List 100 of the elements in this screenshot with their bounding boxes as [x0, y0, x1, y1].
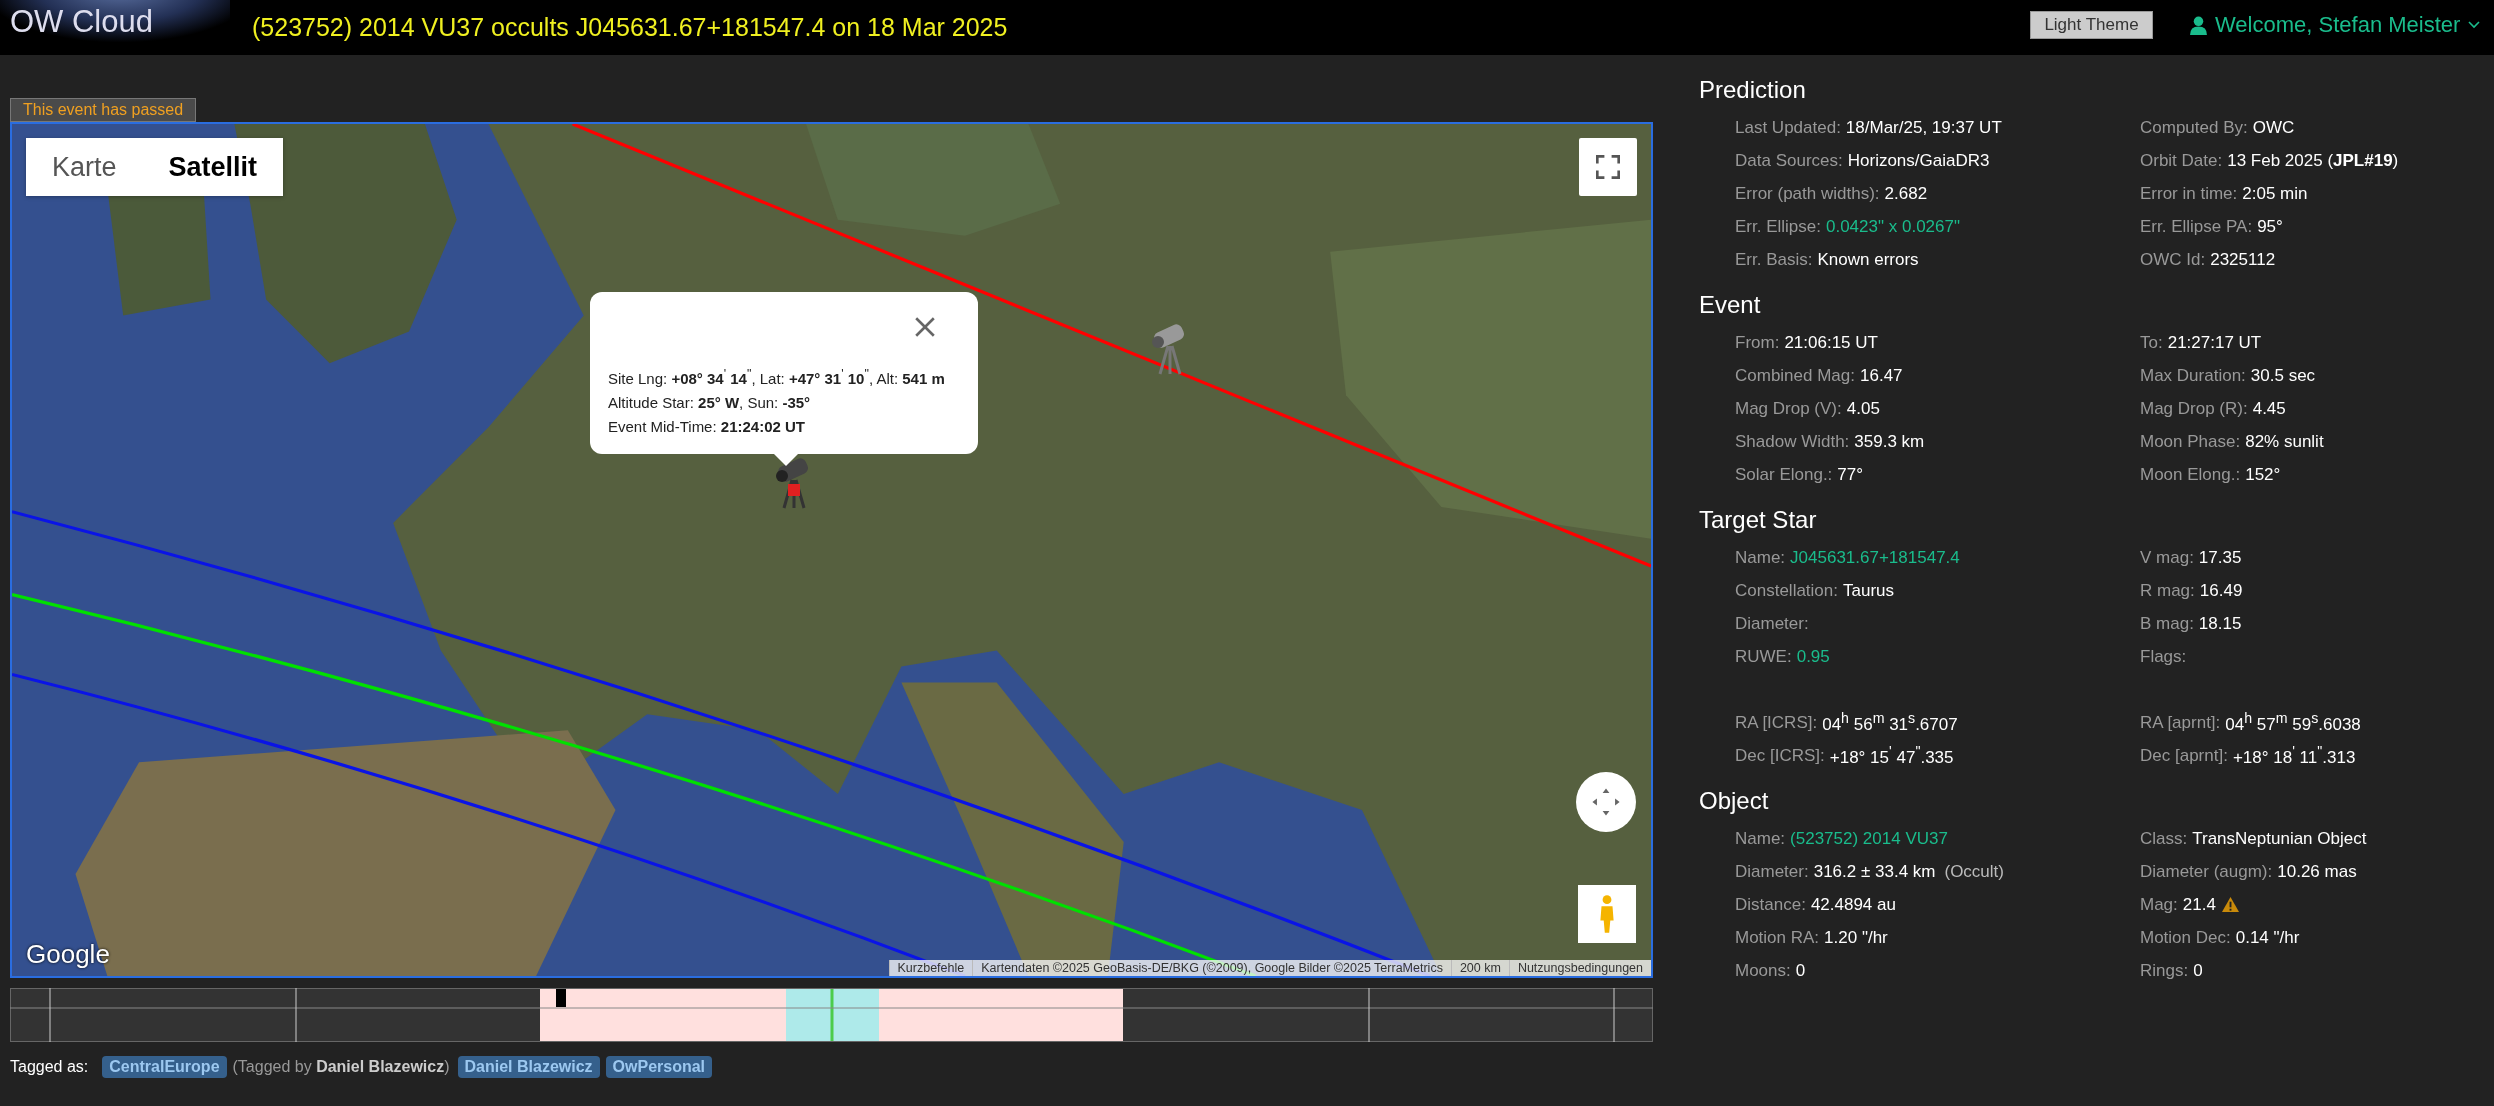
- field-value: 18.15: [2198, 613, 2242, 634]
- field-value: 21:06:15 UT: [1784, 332, 1878, 353]
- field-value: 77°: [1837, 464, 1864, 485]
- section-heading: Prediction: [1699, 75, 1807, 105]
- field-label: Mag Drop (V):: [1735, 398, 1842, 419]
- field-link[interactable]: (523752) 2014 VU37: [1790, 828, 1948, 849]
- map-attribution-text[interactable]: Kurzbefehle: [888, 960, 973, 976]
- section-heading: Target Star: [1699, 505, 1818, 535]
- field-label: V mag:: [2140, 547, 2194, 568]
- field-label: Distance:: [1735, 894, 1806, 915]
- field-label: Error in time:: [2140, 183, 2238, 204]
- field-value: 0: [1795, 960, 1806, 981]
- field-label: Err. Ellipse:: [1735, 216, 1821, 237]
- field-label: Shadow Width:: [1735, 431, 1850, 452]
- field-value: 21.4: [2182, 894, 2216, 915]
- field-value: 17.35: [2198, 547, 2242, 568]
- field-value: +18° 15$^{'}$ 47$^{"}$.335: [1829, 743, 1954, 768]
- field-value: 2:05 min: [2242, 183, 2308, 204]
- field-note: (Occult): [1944, 861, 2004, 882]
- field-label: Rings:: [2140, 960, 2189, 981]
- field-value: 04$^{h}$ 56$^{m}$ 31$^{s}$.6707: [1822, 710, 1958, 735]
- field-value: Horizons/GaiaDR3: [1847, 150, 1990, 171]
- event-title: (523752) 2014 VU37 occults J045631.67+181547.4 on 18 Mar 2025: [252, 13, 1008, 42]
- field-value: 16.49: [2199, 580, 2243, 601]
- event-passed-notice: This event has passed: [10, 98, 197, 122]
- field-label: Data Sources:: [1735, 150, 1843, 171]
- field-label: Dec [ICRS]:: [1735, 745, 1825, 766]
- field-value: 359.3 km: [1854, 431, 1925, 452]
- field-label: Moon Elong.:: [2140, 464, 2241, 485]
- popup-text: Event Mid-Time: 21:24:02 UT: [608, 417, 807, 437]
- field-label: R mag:: [2140, 580, 2195, 601]
- field-link[interactable]: J045631.67+181547.4: [1790, 547, 1960, 568]
- field-link[interactable]: 0.95: [1796, 646, 1830, 667]
- field-value: Taurus: [1843, 580, 1895, 601]
- field-label: Diameter (augm):: [2140, 861, 2273, 882]
- field-label: To:: [2140, 332, 2163, 353]
- fullscreen-icon: [1596, 155, 1620, 179]
- popup-text: Altitude Star: 25° W, Sun: -35°: [608, 393, 812, 413]
- field-value: 95°: [2257, 216, 2283, 237]
- field-label: RA [ICRS]:: [1735, 712, 1818, 733]
- field-label: Flags:: [2140, 646, 2187, 667]
- field-label: Class:: [2140, 828, 2188, 849]
- field-label: Constellation:: [1735, 580, 1838, 601]
- field-label: Combined Mag:: [1735, 365, 1855, 386]
- field-label: Motion Dec:: [2140, 927, 2231, 948]
- field-value: 2325112: [2210, 249, 2276, 270]
- field-value: 0: [2193, 960, 2203, 981]
- field-label: Diameter:: [1735, 861, 1809, 882]
- field-label: Error (path widths):: [1735, 183, 1880, 204]
- field-label: Computed By:: [2140, 117, 2248, 138]
- field-value: 4.45: [2252, 398, 2286, 419]
- section-heading: Event: [1699, 290, 1762, 320]
- field-value: 04$^{h}$ 57$^{m}$ 59$^{s}$.6038: [2225, 710, 2361, 735]
- field-label: From:: [1735, 332, 1780, 353]
- caret-icon: [2468, 21, 2481, 29]
- map-type-tab[interactable]: Satellit: [142, 138, 284, 196]
- map-attribution-text: 200 km: [1450, 960, 1509, 976]
- field-value: 0.14 "/hr: [2235, 927, 2300, 948]
- field-label: Err. Ellipse PA:: [2140, 216, 2253, 237]
- field-label: Moon Phase:: [2140, 431, 2241, 452]
- google-logo: Google: [26, 939, 110, 970]
- close-icon[interactable]: [914, 316, 936, 338]
- field-value: +18° 18$^{'}$ 11$^{"}$.313: [2232, 743, 2356, 768]
- popup-pointer: [774, 454, 798, 466]
- field-label: Diameter:: [1735, 613, 1809, 634]
- warning-icon: [2220, 896, 2240, 913]
- map-attribution-text: Kartendaten ©2025 GeoBasis-DE/BKG (©2009), Google Bilder ©2025 TerraMetrics: [972, 960, 1451, 976]
- map-attribution-text[interactable]: Nutzungsbedingungen: [1508, 960, 1651, 976]
- tags-label: Tagged as:: [10, 1058, 89, 1076]
- map-view[interactable]: [10, 122, 1653, 978]
- field-label: RA [aprnt]:: [2140, 712, 2221, 733]
- user-icon: [2190, 15, 2207, 35]
- field-label: Last Updated:: [1735, 117, 1841, 138]
- tag-chip[interactable]: Daniel Blazewicz: [457, 1056, 600, 1078]
- field-link[interactable]: 0.0423" x 0.0267": [1826, 216, 1960, 237]
- user-menu[interactable]: Welcome, Stefan Meister: [2190, 12, 2481, 38]
- field-label: Orbit Date:: [2140, 150, 2223, 171]
- field-value: 16.47: [1860, 365, 1903, 386]
- field-value: 42.4894 au: [1810, 894, 1896, 915]
- field-value: 316.2 ± 33.4 km: [1813, 861, 1936, 882]
- field-value: 30.5 sec: [2250, 365, 2316, 386]
- field-value: 2.682: [1884, 183, 1928, 204]
- field-value: 4.05: [1846, 398, 1880, 419]
- tag-chip[interactable]: CentralEurope: [102, 1056, 227, 1078]
- field-value: 21:27:17 UT: [2167, 332, 2262, 353]
- field-label: Motion RA:: [1735, 927, 1820, 948]
- field-label: Mag Drop (R):: [2140, 398, 2248, 419]
- field-value: 10.26 mas: [2277, 861, 2357, 882]
- theme-button[interactable]: Light Theme: [2030, 11, 2153, 39]
- field-value: TransNeptunian Object: [2192, 828, 2367, 849]
- popup-text: Site Lng: +08° 34$^{'}$ 14$^{"}$, Lat: +47° 31$^{'}$ 10$^{"}$, Alt: 541 m: [608, 366, 946, 389]
- field-value: 18/Mar/25, 19:37 UT: [1845, 117, 2002, 138]
- field-value: 1.20 "/hr: [1824, 927, 1888, 948]
- tag-chip[interactable]: OwPersonal: [605, 1056, 713, 1078]
- field-value: 152°: [2245, 464, 2281, 485]
- field-label: RUWE:: [1735, 646, 1792, 667]
- map-type-tab[interactable]: Karte: [26, 138, 143, 196]
- fullscreen-button[interactable]: [1579, 138, 1637, 196]
- field-label: Err. Basis:: [1735, 249, 1813, 270]
- field-label: Name:: [1735, 828, 1786, 849]
